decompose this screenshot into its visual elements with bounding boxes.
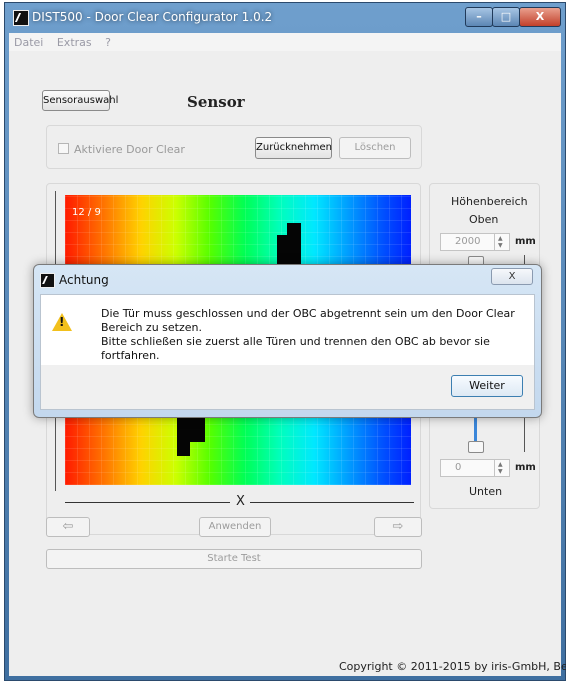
top-height-value: 2000 <box>455 236 481 247</box>
bottom-height-spinbox[interactable]: 0 <box>440 459 510 477</box>
menu-datei[interactable]: Datei <box>9 33 48 52</box>
activate-door-clear-label: Aktiviere Door Clear <box>74 143 185 156</box>
next-button[interactable]: ⇨ <box>374 517 422 537</box>
height-range-top-label: Oben <box>469 213 499 226</box>
x-axis-label: X <box>236 494 245 509</box>
warning-exclamation: ! <box>59 315 65 329</box>
activate-door-clear-checkbox[interactable] <box>58 143 69 154</box>
sensor-select-button[interactable]: Sensorauswahl <box>42 90 118 111</box>
dialog-message-area: ! Die Tür muss geschlossen und der OBC a… <box>41 295 534 365</box>
spin-arrows-icon[interactable] <box>494 460 509 476</box>
slider-range-fill <box>474 415 477 441</box>
sensor-heading: Sensor <box>187 93 245 111</box>
maximize-button[interactable]: □ <box>492 7 520 27</box>
top-height-unit: mm <box>515 236 536 247</box>
top-height-spinbox[interactable]: 2000 <box>440 233 510 251</box>
menu-extras[interactable]: Extras <box>52 33 97 52</box>
app-logo-icon <box>13 10 29 26</box>
copyright-text: Copyright © 2011-2015 by iris-GmbH, Berl… <box>339 660 566 673</box>
close-button[interactable]: X <box>519 7 561 27</box>
x-axis-line-right <box>250 502 414 503</box>
arrow-right-icon: ⇨ <box>392 519 404 534</box>
menu-bar: Datei Extras ? <box>9 33 561 51</box>
start-test-button[interactable]: Starte Test <box>46 549 422 569</box>
heatmap-grid-label: 12 / 9 <box>72 207 101 218</box>
x-axis-line-left <box>65 502 230 503</box>
app-logo-icon <box>40 273 55 288</box>
dialog-message-line: Bitte schließen sie zuerst alle Türen un… <box>101 335 490 362</box>
bottom-height-value: 0 <box>455 462 462 473</box>
dialog-close-button[interactable]: X <box>491 268 533 285</box>
title-bar[interactable]: DIST500 - Door Clear Configurator 1.0.2 … <box>5 3 565 31</box>
previous-button[interactable]: ⇦ <box>46 517 90 537</box>
continue-button[interactable]: Weiter <box>451 375 523 397</box>
height-range-title: Höhenbereich <box>451 195 528 208</box>
arrow-left-icon: ⇦ <box>62 519 74 534</box>
height-range-bottom-label: Unten <box>469 485 503 498</box>
slider-track-lower <box>524 418 525 452</box>
obstacle-block <box>177 440 190 456</box>
obstacle-block <box>277 235 301 267</box>
bottom-height-unit: mm <box>515 462 536 473</box>
spin-arrows-icon[interactable] <box>494 234 509 250</box>
menu-help[interactable]: ? <box>100 33 116 52</box>
obstacle-block <box>287 223 301 237</box>
bottom-slider-handle[interactable] <box>468 441 484 453</box>
dialog-title: Achtung <box>59 273 109 287</box>
undo-button[interactable]: Zurücknehmen <box>255 137 332 159</box>
dialog-message-line: Bereich zu setzen. <box>101 321 202 334</box>
apply-button[interactable]: Anwenden <box>199 517 271 537</box>
warning-dialog: Achtung X ! Die Tür muss geschlossen und… <box>33 264 542 418</box>
minimize-button[interactable]: – <box>465 7 493 27</box>
dialog-message-line: Die Tür muss geschlossen und der OBC abg… <box>101 307 515 320</box>
obstacle-block <box>177 418 205 442</box>
delete-button[interactable]: Löschen <box>339 137 411 159</box>
dialog-message: Die Tür muss geschlossen und der OBC abg… <box>101 307 534 363</box>
window-title: DIST500 - Door Clear Configurator 1.0.2 <box>32 10 273 24</box>
dialog-body: ! Die Tür muss geschlossen und der OBC a… <box>40 294 535 410</box>
